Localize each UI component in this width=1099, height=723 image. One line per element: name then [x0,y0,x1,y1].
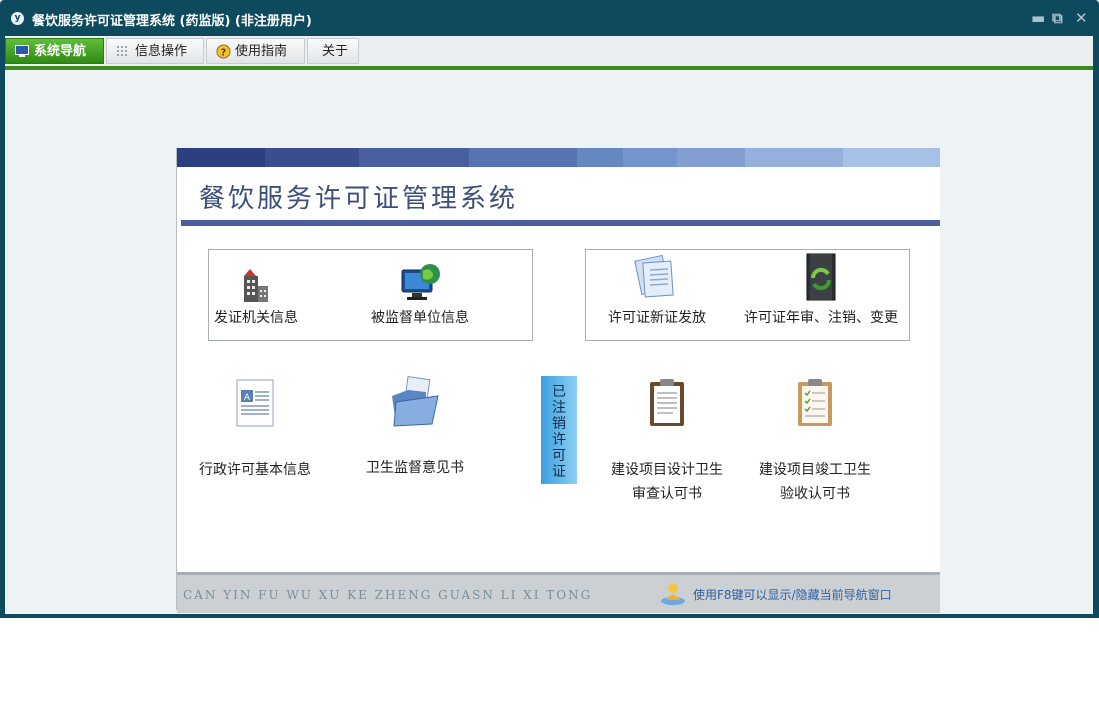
stripe-block [265,148,359,167]
item-label: 卫生监督意见书 [366,460,464,476]
tab-label: 信息操作 [135,44,188,59]
building-icon [244,269,268,302]
header-stripe [177,148,940,167]
cancelled-license-button[interactable]: 已注销许可证 [541,376,577,484]
help-icon: ? [216,44,231,59]
item-label: 许可证新证发放 [608,310,706,326]
item-label: 验收认可书 [780,486,850,502]
f8-hint: 使用F8键可以显示/隐藏当前导航窗口 [693,588,892,602]
svg-text:A: A [244,393,251,403]
recycle-file-icon [806,253,836,301]
item-label: 建设项目竣工卫生 [759,462,871,478]
navigation-panel: 餐饮服务许可证管理系统 发证机关信息 被监督单位信息 许可证新证发放 许可证年审… [176,148,940,613]
restore-icon[interactable]: ⧉ [1052,9,1063,27]
item-label: 许可证年审、注销、变更 [744,310,898,326]
app-logo-icon: y [11,12,24,25]
tab-label: 系统导航 [34,44,87,59]
minimize-icon[interactable]: ▬ [1031,9,1045,27]
health-opinion-button[interactable]: 卫生监督意见书 [355,374,475,480]
design-review-button[interactable]: 建设项目设计卫生 审查认可书 [597,376,737,506]
item-label: 审查认可书 [632,486,702,502]
completion-acceptance-button[interactable]: 建设项目竣工卫生 验收认可书 [745,376,885,506]
stripe-block [359,148,469,167]
item-label: 建设项目设计卫生 [611,462,723,478]
stripe-block [677,148,745,167]
tab-system-nav[interactable]: 系统导航 [5,38,104,64]
stripe-block [469,148,577,167]
new-license-button[interactable]: 许可证新证发放 [597,252,717,330]
item-label: 已注销许可证 [552,384,566,480]
title-divider [181,220,940,226]
pinyin-caption: CAN YIN FU WU XU KE ZHENG GUASN LI XI TO… [183,588,593,602]
system-title: 餐饮服务许可证管理系统 [199,184,519,214]
tab-info-operations[interactable]: 信息操作 [106,38,204,64]
annual-review-button[interactable]: 许可证年审、注销、变更 [736,250,906,330]
folder-icon [392,376,439,427]
clipboard-icon [650,379,684,426]
menu-bar: 系统导航 信息操作 ? 使用指南 关于 [5,36,1093,70]
globe-monitor-icon [401,264,440,300]
stripe-block [843,148,940,167]
item-label: 发证机关信息 [214,310,298,326]
documents-icon [634,254,674,298]
tab-about[interactable]: 关于 [307,38,359,64]
stripe-block [623,148,677,167]
tab-label: 关于 [322,44,349,59]
issuing-agency-button[interactable]: 发证机关信息 [211,266,301,330]
document-icon: A [236,379,274,427]
close-icon[interactable]: ✕ [1075,9,1088,27]
checklist-icon [798,379,832,426]
stripe-block [577,148,623,167]
stripe-block [745,148,843,167]
monitor-icon [15,45,29,57]
supervised-unit-button[interactable]: 被监督单位信息 [360,262,480,330]
admin-license-button[interactable]: A 行政许可基本信息 [195,376,315,482]
user-tip-icon [661,583,685,605]
grid-icon [117,46,127,56]
item-label: 被监督单位信息 [371,310,469,326]
stripe-block [177,148,265,167]
title-bar: y 餐饮服务许可证管理系统 (药监版) (非注册用户) ▬ ⧉ ✕ [0,0,1099,36]
panel-footer: CAN YIN FU WU XU KE ZHENG GUASN LI XI TO… [177,572,940,613]
svg-text:?: ? [221,47,226,58]
window-title: 餐饮服务许可证管理系统 (药监版) (非注册用户) [32,14,312,29]
tab-label: 使用指南 [235,44,288,59]
item-label: 行政许可基本信息 [199,462,311,478]
tab-user-guide[interactable]: ? 使用指南 [206,38,305,64]
